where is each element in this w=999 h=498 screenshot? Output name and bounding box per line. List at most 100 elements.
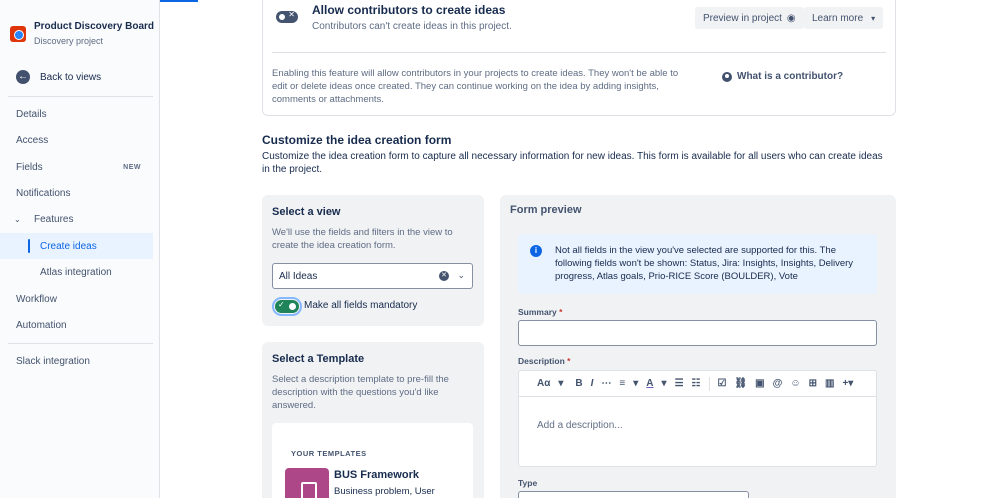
- chevron-down-icon: ⌄: [14, 214, 21, 224]
- sidebar-item-label: Create ideas: [40, 240, 97, 252]
- view-select-value: All Ideas: [279, 270, 318, 282]
- back-to-views-link[interactable]: ← Back to views: [16, 70, 101, 84]
- close-icon: ✕: [288, 10, 295, 19]
- sidebar-item-features[interactable]: ⌄ Features: [0, 206, 153, 232]
- select-view-description: We'll use the fields and filters in the …: [272, 227, 453, 251]
- chevron-down-icon[interactable]: ▾: [558, 378, 563, 389]
- sidebar-item-access[interactable]: Access: [0, 127, 153, 153]
- check-icon: ✓: [278, 300, 285, 309]
- learn-more-label: Learn more: [812, 12, 864, 24]
- sidebar-item-label: Atlas integration: [40, 266, 112, 278]
- sidebar-item-label: Workflow: [16, 293, 57, 305]
- toolbar-separator: [708, 376, 710, 391]
- select-template-description: Select a description template to pre-fil…: [272, 374, 449, 411]
- mandatory-label: Make all fields mandatory: [304, 300, 418, 311]
- sidebar-divider: [8, 343, 153, 344]
- description-placeholder: Add a description...: [537, 420, 623, 431]
- checkbox-icon[interactable]: ☑: [718, 378, 727, 389]
- templates-card: YOUR TEMPLATES BUS Framework Business pr…: [272, 423, 473, 498]
- learn-more-button[interactable]: Learn more ▾: [804, 7, 884, 29]
- info-text: Not all fields in the view you've select…: [555, 245, 854, 282]
- allow-contributors-title: Allow contributors to create ideas: [312, 3, 506, 17]
- bold-button[interactable]: B: [575, 378, 582, 389]
- form-preview-title: Form preview: [510, 204, 582, 216]
- customize-description: Customize the idea creation form to capt…: [262, 151, 883, 175]
- allow-contributors-toggle[interactable]: ✕: [276, 10, 298, 23]
- table-icon[interactable]: ⊞: [809, 378, 817, 389]
- preview-label: Preview in project: [703, 12, 782, 24]
- project-icon: [10, 26, 26, 42]
- sidebar-item-create-ideas[interactable]: Create ideas: [0, 233, 153, 259]
- sidebar-item-atlas-integration[interactable]: Atlas integration: [0, 259, 153, 285]
- template-name[interactable]: BUS Framework: [334, 469, 419, 481]
- editor-toolbar: Aα ▾ B I ⋯ ≡ ▾ A ▾ ☰ ☷ ☑ ⛓ ▣ @ ☺ ⊞ ▥ +▾: [519, 371, 876, 397]
- required-marker: *: [559, 307, 563, 317]
- contributor-link-label: What is a contributor?: [737, 71, 844, 82]
- sidebar-divider: [8, 96, 153, 97]
- template-description: Business problem, User: [334, 486, 435, 497]
- link-icon[interactable]: ⛓: [734, 378, 747, 389]
- project-title: Product Discovery Board: [34, 21, 155, 32]
- sidebar-item-label: Automation: [16, 319, 67, 331]
- summary-label: Summary *: [518, 307, 563, 317]
- sidebar-item-label: Fields: [16, 161, 43, 173]
- allow-contributors-subtitle: Contributors can't create ideas in this …: [312, 21, 512, 32]
- layout-icon[interactable]: ▥: [825, 378, 834, 389]
- arrow-left-icon: ←: [16, 70, 30, 84]
- info-icon: i: [530, 245, 542, 257]
- chevron-down-icon[interactable]: ⌄: [457, 270, 465, 281]
- sidebar-item-fields[interactable]: Fields NEW: [0, 154, 153, 180]
- chevron-down-icon[interactable]: ▾: [633, 378, 638, 389]
- chevron-down-icon: ▾: [871, 13, 876, 23]
- sidebar-item-automation[interactable]: Automation: [0, 312, 153, 338]
- sidebar-item-notifications[interactable]: Notifications: [0, 180, 153, 206]
- mention-icon[interactable]: @: [773, 378, 783, 389]
- clear-icon[interactable]: ✕: [439, 271, 449, 281]
- sidebar-item-label: Access: [16, 134, 49, 146]
- sidebar-item-workflow[interactable]: Workflow: [0, 286, 153, 312]
- sidebar-item-label: Slack integration: [16, 355, 90, 367]
- text-color-button[interactable]: A: [646, 378, 653, 389]
- sidebar-item-label: Features: [34, 213, 74, 225]
- sidebar-item-slack-integration[interactable]: Slack integration: [0, 348, 153, 374]
- document-icon: [285, 468, 329, 498]
- plus-icon[interactable]: +▾: [842, 378, 853, 389]
- more-formatting-icon[interactable]: ⋯: [601, 378, 611, 389]
- required-marker: *: [567, 356, 571, 366]
- chevron-down-icon[interactable]: ▾: [662, 378, 667, 389]
- eye-icon: ◉: [786, 12, 796, 24]
- project-header[interactable]: Product Discovery Board Discovery projec…: [10, 20, 154, 48]
- sidebar-item-label: Details: [16, 108, 47, 120]
- bullet-list-icon[interactable]: ☰: [675, 378, 684, 389]
- numbered-list-icon[interactable]: ☷: [692, 378, 701, 389]
- italic-button[interactable]: I: [591, 378, 594, 389]
- card-divider: [272, 52, 886, 53]
- new-badge: NEW: [123, 163, 141, 171]
- align-button[interactable]: ≡: [619, 378, 625, 389]
- type-select[interactable]: [518, 491, 749, 498]
- description-editor[interactable]: Aα ▾ B I ⋯ ≡ ▾ A ▾ ☰ ☷ ☑ ⛓ ▣ @ ☺ ⊞ ▥ +▾ …: [518, 370, 877, 467]
- summary-input[interactable]: [518, 320, 877, 346]
- type-label: Type: [518, 478, 538, 488]
- image-icon[interactable]: ▣: [755, 378, 764, 389]
- info-message: i Not all fields in the view you've sele…: [518, 234, 877, 294]
- text-style-button[interactable]: Aα: [537, 378, 550, 389]
- description-label: Description *: [518, 356, 571, 366]
- sidebar-item-label: Notifications: [16, 187, 71, 199]
- preview-in-project-button[interactable]: Preview in project ◉: [695, 7, 804, 29]
- mandatory-toggle[interactable]: ✓: [272, 297, 302, 316]
- customize-title: Customize the idea creation form: [262, 133, 452, 147]
- templates-heading: YOUR TEMPLATES: [291, 449, 367, 458]
- sidebar: Product Discovery Board Discovery projec…: [0, 0, 160, 498]
- tab-indicator: [160, 0, 198, 2]
- select-view-title: Select a view: [272, 206, 341, 218]
- sidebar-item-details[interactable]: Details: [0, 101, 153, 127]
- project-subtitle: Discovery project: [34, 36, 104, 46]
- view-select[interactable]: All Ideas ✕ ⌄: [272, 263, 473, 289]
- back-label: Back to views: [40, 71, 102, 83]
- person-icon: [722, 71, 732, 82]
- select-template-title: Select a Template: [272, 353, 365, 365]
- what-is-contributor-link[interactable]: What is a contributor?: [722, 71, 843, 82]
- enable-description: Enabling this feature will allow contrib…: [272, 68, 679, 105]
- emoji-icon[interactable]: ☺: [790, 378, 800, 389]
